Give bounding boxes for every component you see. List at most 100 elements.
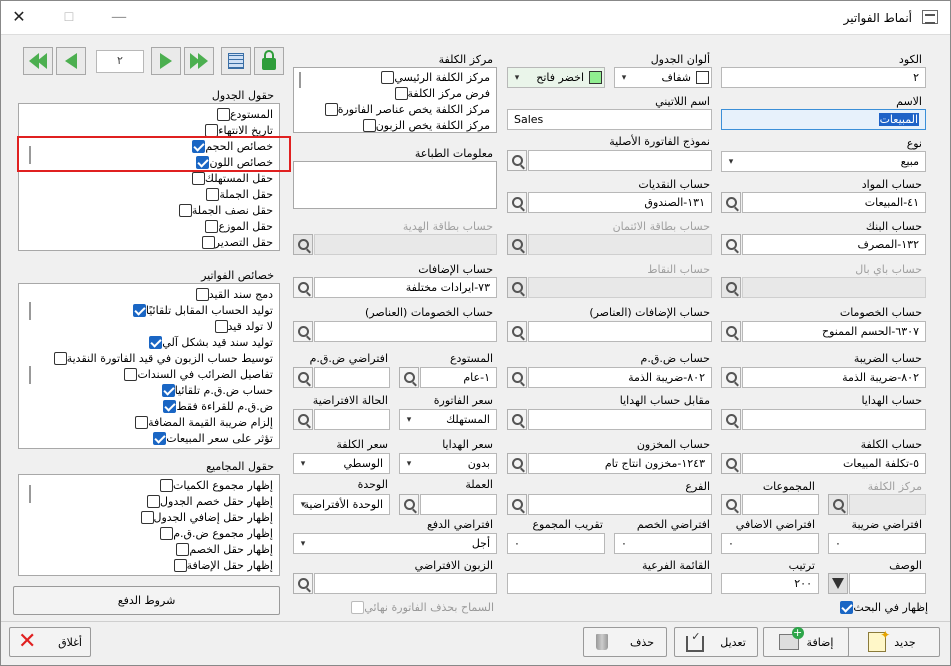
cc-item[interactable]: مركز الكلفة يخص الزبون (359, 117, 490, 133)
next-record-button[interactable] (151, 47, 181, 75)
checkbox[interactable] (195, 287, 209, 301)
bank-account-lookup[interactable] (721, 234, 741, 255)
checkbox[interactable] (163, 399, 177, 413)
checkbox[interactable] (140, 510, 154, 524)
chevron-down-icon[interactable]: ▾ (616, 67, 632, 88)
chevron-down-icon[interactable]: ▾ (295, 533, 311, 554)
default-payment-select[interactable]: أجل (293, 533, 497, 554)
additions-items-account-field[interactable] (528, 321, 712, 342)
tax-account-field[interactable]: ٨٠٢-ضريبة الذمة (742, 367, 926, 388)
vat-account-lookup[interactable] (507, 367, 527, 388)
ip-item[interactable]: إلزام ضريبة القيمة المضافة (131, 414, 273, 430)
chevron-down-icon[interactable]: ▾ (295, 453, 311, 474)
order-field[interactable]: ٢٠٠ (721, 573, 819, 594)
ip-item[interactable]: ض.ق.م للقراءة فقط (159, 398, 273, 414)
cost-account-field[interactable]: ٥-تكلفة المبيعات (742, 453, 926, 474)
grid-view-button[interactable] (221, 47, 251, 75)
discounts-items-account-field[interactable] (314, 321, 497, 342)
total-rounding-field[interactable]: ٠ (507, 533, 605, 554)
stock-account-lookup[interactable] (507, 453, 527, 474)
checkbox[interactable] (153, 431, 167, 445)
tf-item[interactable]: حقل الجملة (202, 186, 273, 202)
default-customer-lookup[interactable] (293, 573, 313, 594)
checkbox[interactable] (160, 526, 174, 540)
add-button[interactable]: إضافة + (763, 627, 849, 657)
close-window-button[interactable]: ✕ (9, 7, 29, 26)
tt-item[interactable]: إظهار حقل الإضافة (170, 557, 273, 573)
materials-account-lookup[interactable] (721, 192, 741, 213)
lock-button[interactable] (254, 47, 284, 75)
default-tax-field[interactable]: ٠ (828, 533, 926, 554)
groups-field[interactable] (742, 494, 819, 515)
default-addition-field[interactable]: ٠ (721, 533, 819, 554)
checkbox[interactable] (205, 219, 219, 233)
default-state-lookup[interactable] (293, 409, 313, 430)
minimize-button[interactable]: — (109, 7, 129, 26)
gifts-account-field[interactable] (742, 409, 926, 430)
gifts-account-lookup[interactable] (721, 409, 741, 430)
tf-item[interactable]: حقل الموزع (201, 218, 273, 234)
tt-item[interactable]: إظهار حقل الخصم (172, 541, 273, 557)
tax-account-lookup[interactable] (721, 367, 741, 388)
checkbox[interactable] (149, 335, 163, 349)
discounts-account-field[interactable]: ٦٣٠٧-الحسم الممنوح (742, 321, 926, 342)
print-info-field[interactable] (293, 161, 497, 209)
checkbox[interactable] (135, 415, 149, 429)
tt-item[interactable]: إظهار مجموع الكميات (156, 477, 273, 493)
new-button[interactable]: جديد ✦ (844, 627, 940, 657)
default-vat-lookup[interactable] (293, 367, 313, 388)
tt-item[interactable]: إظهار مجموع ض.ق.م (156, 525, 273, 541)
cash-account-field[interactable]: ١٣١-الصندوق (528, 192, 712, 213)
code-field[interactable]: ٢ (721, 67, 926, 88)
chevron-down-icon[interactable]: ▾ (401, 453, 417, 474)
checkbox[interactable] (191, 171, 205, 185)
previous-record-button[interactable] (56, 47, 86, 75)
currency-lookup[interactable] (399, 494, 419, 515)
show-in-search-checkbox[interactable]: إظهار في البحث (836, 599, 928, 615)
checkbox[interactable] (147, 494, 161, 508)
branch-lookup[interactable] (507, 494, 527, 515)
checkbox[interactable] (132, 303, 146, 317)
type-select[interactable]: مبيع (721, 151, 926, 172)
chevron-down-icon[interactable]: ▾ (509, 67, 525, 88)
chevron-down-icon[interactable]: ▾ (295, 494, 311, 515)
tt-item[interactable]: إظهار حقل خصم الجدول (143, 493, 273, 509)
discounts-items-account-lookup[interactable] (293, 321, 313, 342)
branch-field[interactable] (528, 494, 712, 515)
default-discount-field[interactable]: ٠ (614, 533, 712, 554)
latin-name-field[interactable]: Sales (507, 109, 712, 130)
checkbox[interactable] (178, 203, 192, 217)
discounts-account-lookup[interactable] (721, 321, 741, 342)
checkbox[interactable] (216, 107, 230, 121)
cc-item[interactable]: مركز الكلفة الرئيسي (377, 69, 490, 85)
description-field[interactable] (849, 573, 926, 594)
ip-item[interactable]: حساب ض.ق.م تلقائيا (158, 382, 273, 398)
additions-items-account-lookup[interactable] (507, 321, 527, 342)
record-number-field[interactable]: ٢ (96, 50, 144, 73)
checkbox[interactable] (173, 558, 187, 572)
tf-item[interactable]: المستودع (213, 106, 273, 122)
checkbox[interactable] (124, 367, 138, 381)
checkbox[interactable] (159, 478, 173, 492)
checkbox[interactable] (214, 319, 228, 333)
chevron-down-icon[interactable]: ▾ (401, 409, 417, 430)
payment-terms-button[interactable]: شروط الدفع (13, 586, 280, 615)
ip-item[interactable]: توسيط حساب الزبون في قيد الفاتورة النقدي… (50, 350, 273, 366)
name-field[interactable]: المبيعات (721, 109, 926, 130)
checkbox[interactable] (161, 383, 175, 397)
close-button[interactable]: أغلاق ✕ (9, 627, 91, 657)
default-state-field[interactable] (314, 409, 390, 430)
cc-item[interactable]: مركز الكلفة يخص عناصر الفاتورة (321, 101, 490, 117)
ip-item[interactable]: تفاصيل الضرائب في السندات (120, 366, 273, 382)
original-invoice-model-field[interactable] (528, 150, 712, 171)
ip-item[interactable]: توليد سند قيد بشكل آلي (145, 334, 273, 350)
checkbox[interactable] (381, 70, 395, 84)
tf-item[interactable]: حقل المستهلك (188, 170, 273, 186)
description-picker[interactable] (828, 573, 848, 594)
ip-item[interactable]: توليد الحساب المقابل تلقائيًا (129, 302, 273, 318)
warehouse-lookup[interactable] (399, 367, 419, 388)
vat-account-field[interactable]: ٨٠٢-ضريبة الذمة (528, 367, 712, 388)
default-customer-field[interactable] (314, 573, 497, 594)
last-record-button[interactable] (184, 47, 214, 75)
cost-account-lookup[interactable] (721, 453, 741, 474)
